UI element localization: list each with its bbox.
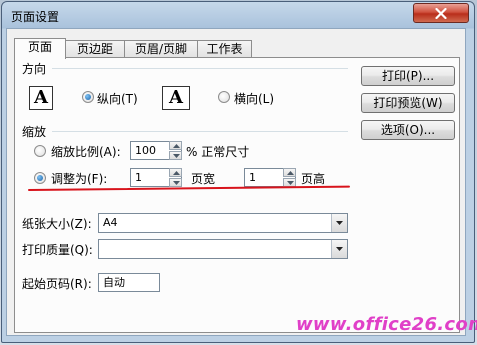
arrow-down-icon <box>287 181 294 185</box>
arrow-up-icon <box>173 144 180 148</box>
adjust-to-radio[interactable] <box>34 145 46 157</box>
adjust-to-label: 缩放比例(A): <box>51 145 121 159</box>
spin-up-button[interactable] <box>169 168 182 177</box>
fit-to-radio[interactable] <box>34 172 46 184</box>
chevron-down-icon <box>336 221 343 225</box>
pages-wide-label: 页宽 <box>191 172 216 186</box>
paper-size-label: 纸张大小(Z): <box>22 217 92 231</box>
landscape-radio[interactable] <box>218 91 230 103</box>
fit-pages-tall-spinner[interactable] <box>283 168 296 187</box>
arrow-down-icon <box>173 154 180 158</box>
fit-pages-wide-spinner[interactable] <box>169 168 182 187</box>
percent-normal-size-label: % 正常尺寸 <box>186 145 250 159</box>
chevron-down-icon <box>336 247 343 251</box>
paper-size-value: A4 <box>103 216 118 229</box>
landscape-page-icon: A <box>162 86 190 110</box>
spin-up-button[interactable] <box>169 141 182 150</box>
spin-down-button[interactable] <box>169 178 182 187</box>
print-button[interactable]: 打印(P)... <box>361 66 455 86</box>
site-watermark: www.office26.com <box>296 314 477 335</box>
orientation-divider <box>52 68 348 69</box>
dialog-title: 页面设置 <box>11 10 60 24</box>
portrait-page-icon: A <box>29 86 53 110</box>
spin-up-button[interactable] <box>283 168 296 177</box>
tab-sheet[interactable]: 工作表 <box>197 40 252 58</box>
tab-page[interactable]: 页面 <box>14 38 66 59</box>
pages-tall-label: 页高 <box>301 172 326 186</box>
portrait-label: 纵向(T) <box>97 92 138 106</box>
arrow-up-icon <box>173 171 180 175</box>
print-quality-label: 打印质量(Q): <box>22 243 93 257</box>
paper-size-select[interactable]: A4 <box>98 213 348 233</box>
scale-percent-spinner[interactable] <box>169 141 182 160</box>
tab-label: 页边距 <box>76 42 113 56</box>
tab-header-footer[interactable]: 页眉/页脚 <box>124 40 198 58</box>
portrait-radio[interactable] <box>82 91 94 103</box>
fit-to-label: 调整为(F): <box>51 172 108 186</box>
arrow-up-icon <box>287 171 294 175</box>
print-quality-select[interactable] <box>98 239 348 259</box>
tab-label: 工作表 <box>206 42 243 56</box>
close-icon <box>435 7 447 19</box>
arrow-down-icon <box>173 181 180 185</box>
tab-label: 页眉/页脚 <box>134 42 188 56</box>
scaling-divider <box>52 131 348 132</box>
tab-margins[interactable]: 页边距 <box>65 40 125 58</box>
paper-size-dropdown-button[interactable] <box>331 214 347 232</box>
tab-label: 页面 <box>27 40 52 54</box>
orientation-section-label: 方向 <box>22 62 47 76</box>
print-preview-button[interactable]: 打印预览(W) <box>361 93 455 113</box>
scaling-section-label: 缩放 <box>22 125 47 139</box>
landscape-label: 横向(L) <box>234 92 275 106</box>
close-button[interactable] <box>413 3 469 23</box>
spin-down-button[interactable] <box>169 151 182 160</box>
print-quality-dropdown-button[interactable] <box>331 240 347 258</box>
first-page-number-label: 起始页码(R): <box>22 277 92 291</box>
options-button[interactable]: 选项(O)... <box>361 120 455 140</box>
first-page-number-input[interactable]: 自动 <box>98 273 160 292</box>
